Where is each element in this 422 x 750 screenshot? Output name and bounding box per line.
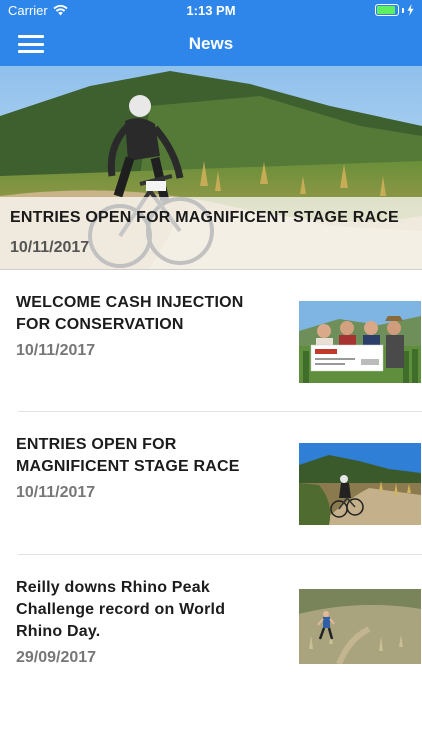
news-item-thumbnail bbox=[299, 443, 421, 525]
battery-tip bbox=[402, 7, 404, 13]
news-item-date: 10/11/2017 bbox=[16, 342, 96, 359]
navigation-bar: News bbox=[0, 22, 422, 66]
battery-level-fill bbox=[377, 6, 395, 14]
status-bar: Carrier 1:13 PM bbox=[0, 0, 422, 22]
news-item-thumbnail bbox=[299, 589, 421, 664]
news-item-date: 29/09/2017 bbox=[16, 649, 97, 666]
news-item-thumbnail bbox=[299, 301, 421, 383]
battery-icon bbox=[375, 4, 399, 16]
mountain-bike-trail-photo bbox=[299, 443, 421, 525]
news-list-item[interactable]: ENTRIES OPEN FOR MAGNIFICENT STAGE RACE … bbox=[0, 412, 422, 555]
trail-runner-photo bbox=[299, 589, 421, 664]
cheque-handover-photo bbox=[299, 301, 421, 383]
featured-caption-overlay bbox=[0, 197, 422, 269]
news-item-title: Reilly downs Rhino Peak Challenge record… bbox=[16, 579, 226, 640]
battery-indicator bbox=[375, 4, 414, 16]
featured-title: ENTRIES OPEN FOR MAGNIFICENT STAGE RACE bbox=[10, 209, 399, 226]
featured-news-card[interactable]: ENTRIES OPEN FOR MAGNIFICENT STAGE RACE … bbox=[0, 66, 422, 269]
page-title: News bbox=[188, 34, 234, 53]
news-item-date: 10/11/2017 bbox=[16, 484, 96, 501]
news-list-item[interactable]: Reilly downs Rhino Peak Challenge record… bbox=[0, 555, 422, 698]
news-list-item[interactable]: WELCOME CASH INJECTION FOR CONSERVATION … bbox=[0, 270, 422, 413]
news-item-title: WELCOME CASH INJECTION FOR CONSERVATION bbox=[16, 294, 244, 333]
featured-date: 10/11/2017 bbox=[10, 239, 90, 256]
charging-bolt-icon bbox=[407, 4, 414, 16]
clock: 1:13 PM bbox=[186, 3, 236, 18]
news-item-title: ENTRIES OPEN FOR MAGNIFICENT STAGE RACE bbox=[16, 436, 240, 475]
